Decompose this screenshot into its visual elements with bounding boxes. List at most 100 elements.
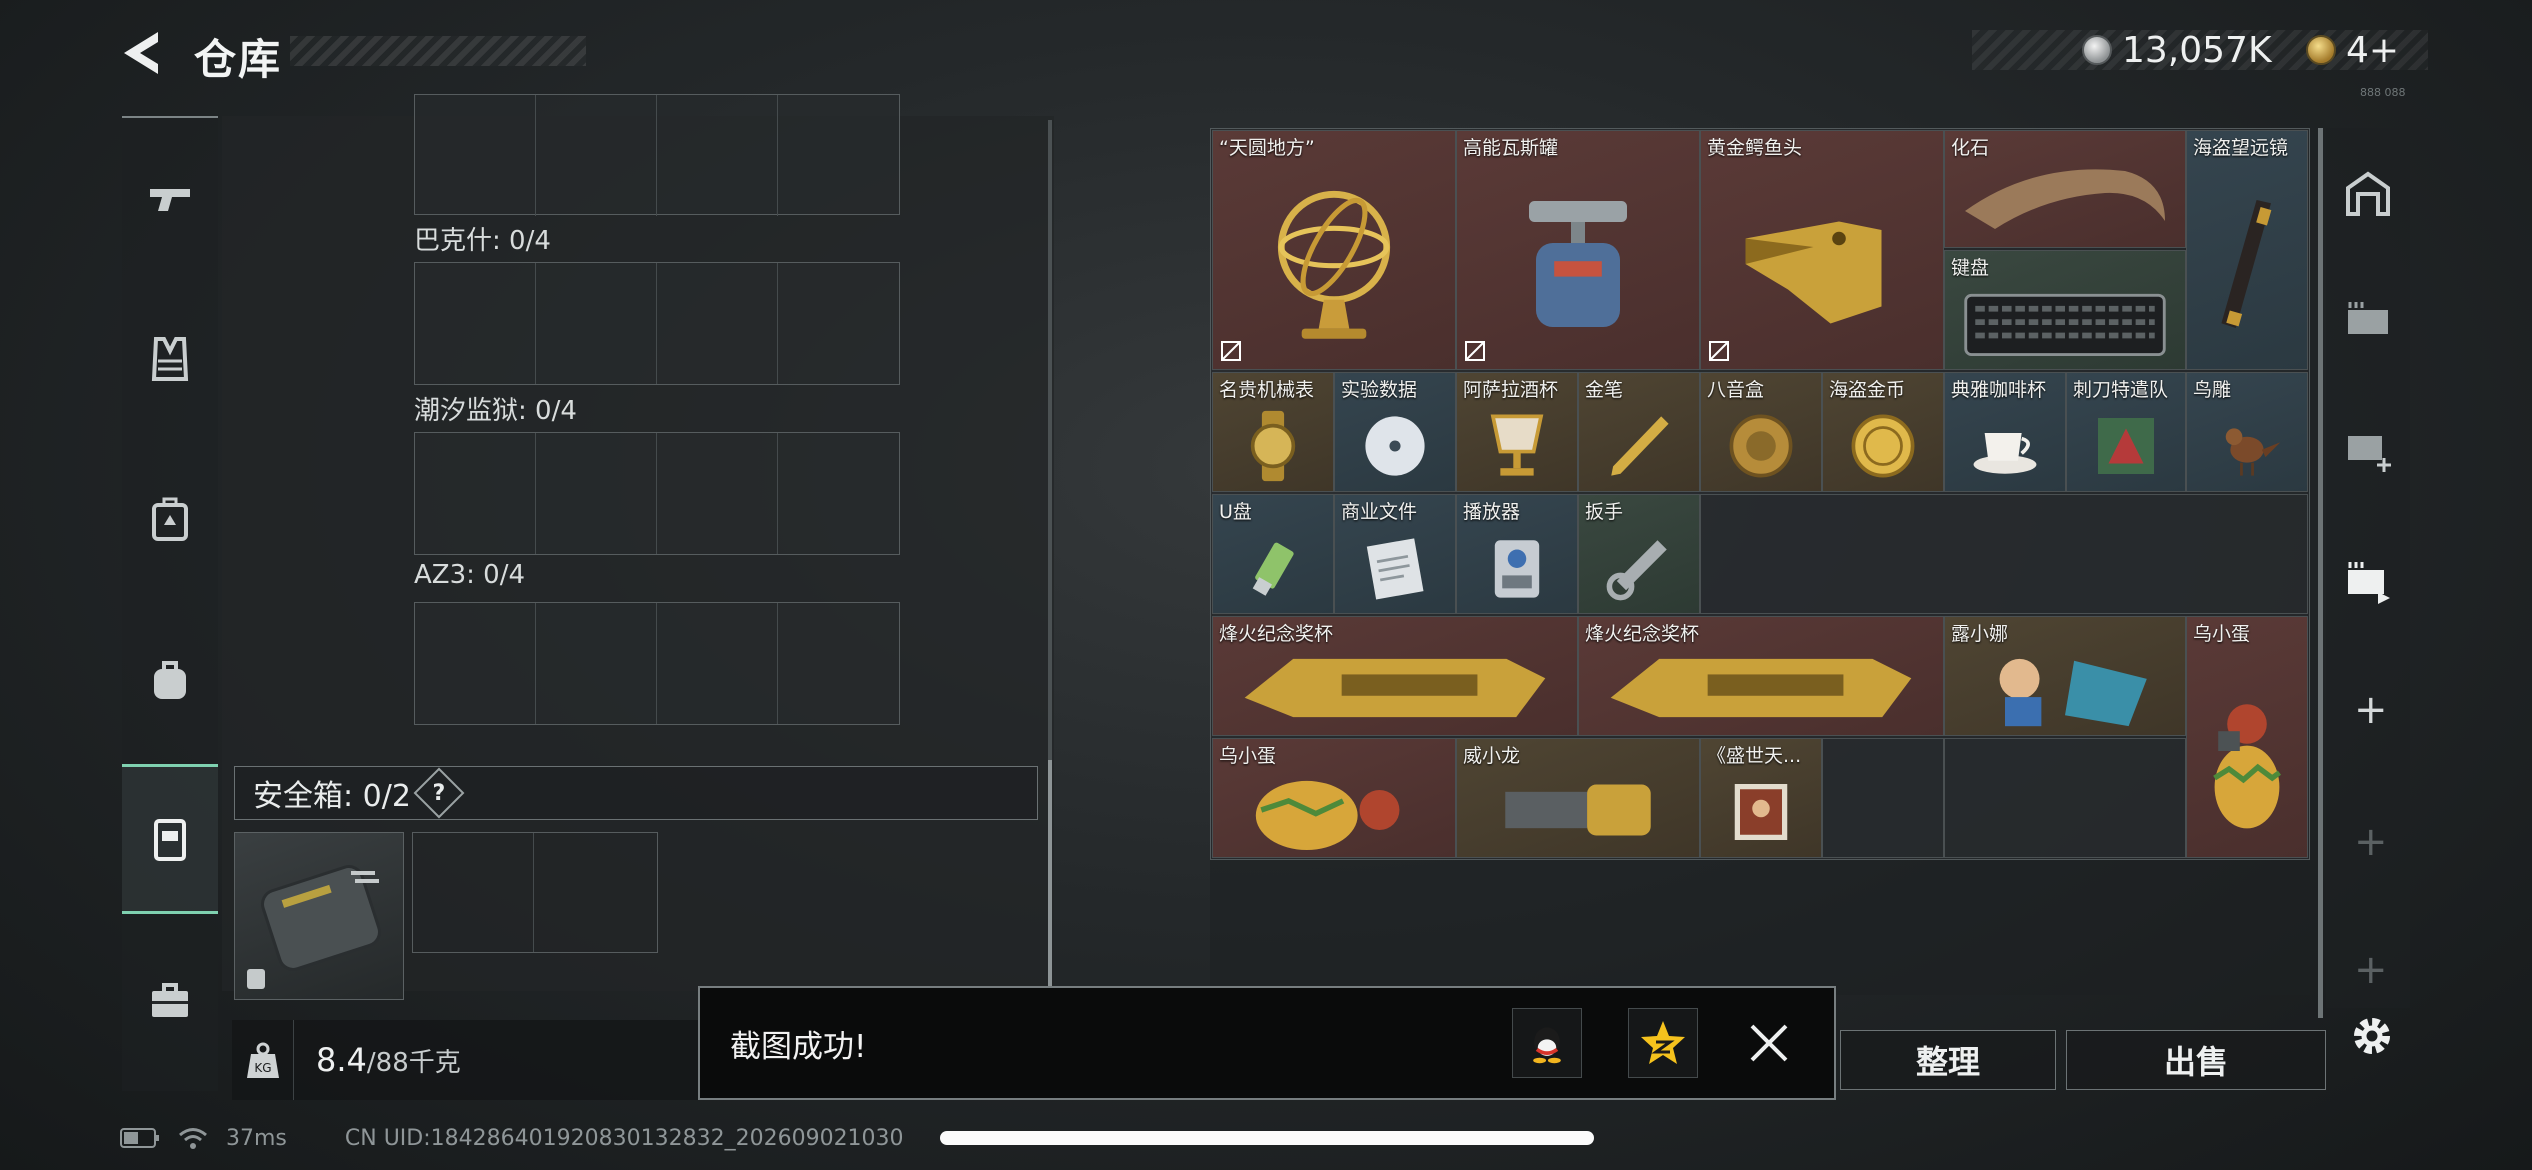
egg-figure-icon <box>1255 780 1400 850</box>
item-keyboard[interactable]: 键盘 <box>1944 250 2186 370</box>
help-button[interactable]: ? <box>413 767 465 819</box>
item-celestial-globe[interactable]: “天圆地方” <box>1212 130 1456 370</box>
container-label-az3: AZ3: 0/4 <box>414 560 526 590</box>
settings-button[interactable] <box>2344 1008 2400 1064</box>
secure-case-icon <box>247 865 381 989</box>
warehouse-icon <box>2346 171 2390 216</box>
container-grid-az3[interactable] <box>414 602 900 725</box>
close-button[interactable] <box>1744 1018 1794 1068</box>
container-grid-bakshi[interactable] <box>414 262 900 385</box>
item-assara-goblet[interactable]: 阿萨拉酒杯 <box>1456 372 1578 492</box>
nav-toolbox[interactable] <box>122 924 218 1074</box>
crocodile-head-icon <box>1745 221 1882 324</box>
item-experiment-data[interactable]: 实验数据 <box>1334 372 1456 492</box>
safe-box-slots[interactable] <box>412 832 658 953</box>
nav-safe-box[interactable] <box>122 764 218 914</box>
toast-message: 截图成功! <box>730 1028 867 1065</box>
keyboard-icon <box>1964 294 2166 357</box>
disc-icon <box>1365 416 1425 476</box>
watch-icon <box>1250 411 1296 482</box>
item-coffee-cup[interactable]: 典雅咖啡杯 <box>1944 372 2066 492</box>
container-grid-top[interactable] <box>414 94 900 216</box>
item-wei-xiaolong[interactable]: 威小龙 <box>1456 738 1700 858</box>
no-trade-icon <box>1221 341 1241 361</box>
weight-max: /88千克 <box>366 1048 461 1078</box>
no-trade-icon <box>1709 341 1729 361</box>
music-box-icon <box>1729 414 1793 478</box>
warehouse-home-button[interactable] <box>2340 166 2396 222</box>
gold-amount: 4+ <box>2346 29 2400 71</box>
nav-bag[interactable] <box>122 604 218 754</box>
status-bar: 37ms CN UID:18428640192083013283​2_20260… <box>120 1120 904 1156</box>
inventory-scrollbar[interactable] <box>2318 128 2323 1018</box>
gas-canister-icon <box>1529 201 1627 328</box>
sell-button[interactable]: 出售 <box>2066 1030 2326 1090</box>
empty-slot[interactable] <box>1822 738 1944 858</box>
battery-icon <box>120 1128 159 1148</box>
home-indicator[interactable] <box>940 1131 1594 1145</box>
usb-icon <box>1252 542 1294 596</box>
item-business-documents[interactable]: 商业文件 <box>1334 494 1456 614</box>
screenshot-toast: 截图成功! <box>698 986 1836 1100</box>
item-pirate-gold-coin[interactable]: 海盗金币 <box>1822 372 1944 492</box>
organize-button[interactable]: 整理 <box>1840 1030 2056 1090</box>
item-beacon-trophy-2[interactable]: 烽火纪念奖杯 <box>1578 616 1944 736</box>
weight-value: 8.4 <box>316 1041 367 1079</box>
pistol-icon <box>150 189 190 211</box>
item-lu-xiaona[interactable]: 露小娜 <box>1944 616 2186 736</box>
item-gold-pen[interactable]: 金笔 <box>1578 372 1700 492</box>
goblet-icon <box>1490 414 1544 476</box>
back-button[interactable] <box>118 28 164 78</box>
empty-slots-row5[interactable] <box>1944 738 2186 858</box>
item-bayonet-squad[interactable]: 刺刀特遣队 <box>2066 372 2186 492</box>
close-icon <box>1750 1024 1788 1062</box>
item-gas-canister[interactable]: 高能瓦斯罐 <box>1456 130 1700 370</box>
stash-expand-button[interactable] <box>2340 290 2396 346</box>
item-music-box[interactable]: 八音盒 <box>1700 372 1822 492</box>
gear-icon <box>2354 1018 2390 1054</box>
silver-currency[interactable]: 13,057K <box>2082 29 2272 71</box>
item-media-player[interactable]: 播放器 <box>1456 494 1578 614</box>
claw-fossil-icon <box>1965 169 2165 229</box>
coffee-cup-icon <box>1973 433 2037 474</box>
nav-armor[interactable] <box>122 284 218 434</box>
weight-indicator: KG 8.4/88千克 <box>232 1020 712 1100</box>
wifi-icon <box>179 1128 207 1149</box>
stash-expand-icon <box>2348 302 2388 334</box>
stash-add-button[interactable] <box>2340 420 2396 476</box>
item-wrench[interactable]: 扳手 <box>1578 494 1700 614</box>
item-beacon-trophy-1[interactable]: 烽火纪念奖杯 <box>1212 616 1578 736</box>
uid-text: CN UID:18428640192083013283​2_2026090210… <box>344 1125 904 1151</box>
container-grid-tide-prison[interactable] <box>414 432 900 555</box>
item-pirate-telescope[interactable]: 海盗望远镜 <box>2186 130 2308 370</box>
item-wu-xiaodan-wide[interactable]: 乌小蛋 <box>1212 738 1456 858</box>
help-icon: ? <box>432 780 446 806</box>
item-luxury-watch[interactable]: 名贵机械表 <box>1212 372 1334 492</box>
item-shengshi-painting[interactable]: 《盛世天... <box>1700 738 1822 858</box>
painting-icon <box>1734 784 1788 841</box>
trophy-icon <box>1244 658 1546 717</box>
stash-swap-button[interactable] <box>2340 552 2396 608</box>
add-stash-plus-icon[interactable]: + <box>2354 690 2388 730</box>
item-usb-drive[interactable]: U盘 <box>1212 494 1334 614</box>
item-bird-sculpture[interactable]: 鸟雕 <box>2186 372 2308 492</box>
share-qzone-button[interactable] <box>1628 1008 1698 1078</box>
item-wu-xiaodan-tall[interactable]: 乌小蛋 <box>2186 616 2308 858</box>
stash-scrollbar-thumb[interactable] <box>1048 760 1052 990</box>
bird-icon <box>2225 428 2281 476</box>
share-qq-button[interactable] <box>1512 1008 1582 1078</box>
nav-weapons[interactable] <box>122 124 218 274</box>
album-icon <box>2098 418 2154 475</box>
silver-amount: 13,057K <box>2122 29 2272 71</box>
media-player-icon <box>1494 540 1540 598</box>
safe-case-item[interactable] <box>234 832 404 1000</box>
item-fossil[interactable]: 化石 <box>1944 130 2186 248</box>
gold-coin-icon <box>2306 35 2336 65</box>
gold-currency[interactable]: 4+ <box>2306 29 2400 71</box>
weight-icon: KG <box>232 1020 294 1100</box>
empty-slots-row3[interactable] <box>1700 494 2308 614</box>
ping-value: 37ms <box>226 1125 287 1151</box>
document-icon <box>1366 538 1424 600</box>
item-golden-crocodile-head[interactable]: 黄金鳄鱼头 <box>1700 130 1944 370</box>
nav-backpack[interactable] <box>122 444 218 594</box>
